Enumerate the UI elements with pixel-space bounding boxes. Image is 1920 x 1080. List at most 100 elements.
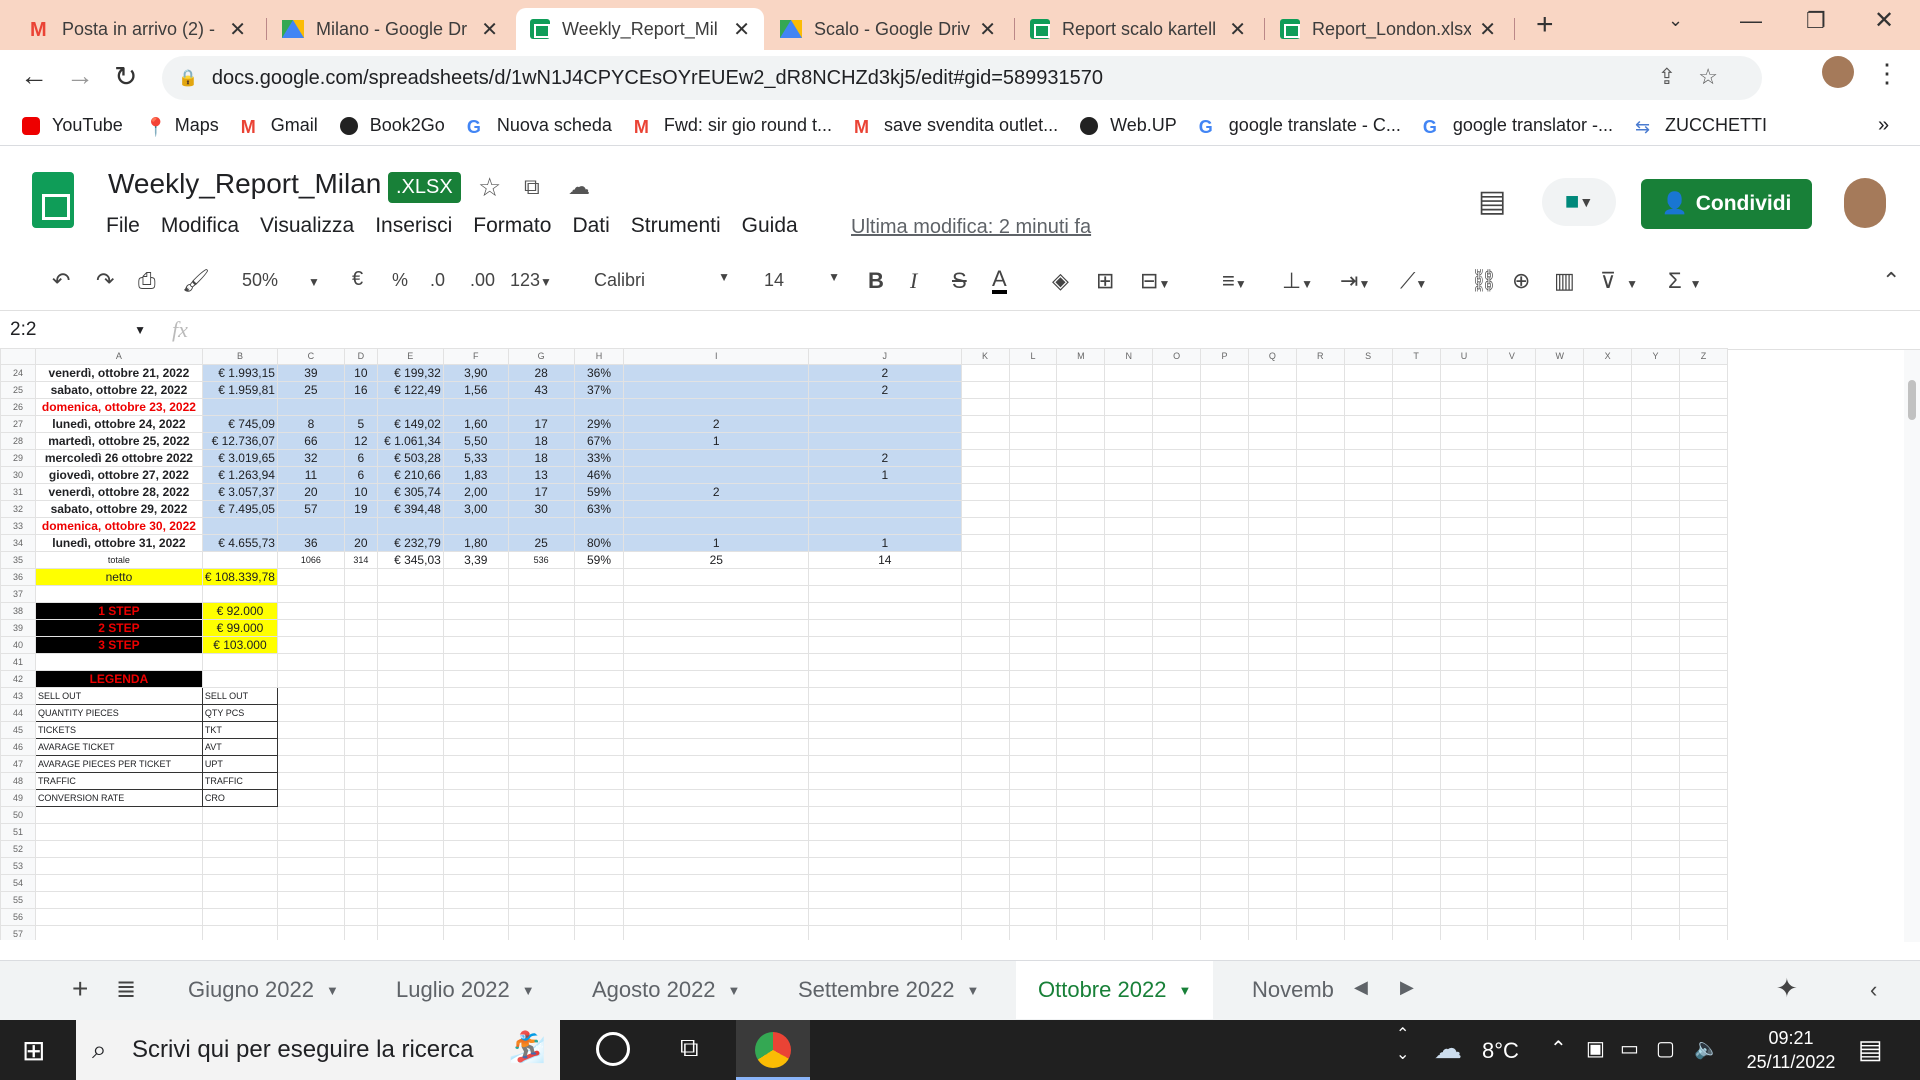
cell[interactable]	[1343, 908, 1393, 926]
cell[interactable]	[1295, 483, 1345, 501]
cell[interactable]	[343, 789, 378, 807]
cell[interactable]	[1295, 415, 1345, 433]
cell[interactable]	[1295, 806, 1345, 824]
scroll-tabs-right-icon[interactable]: ▶	[1400, 977, 1414, 998]
cell[interactable]	[1247, 619, 1297, 637]
cell[interactable]	[960, 823, 1010, 841]
cell[interactable]	[960, 364, 1010, 382]
cro-cell[interactable]	[573, 398, 625, 416]
upt-cell[interactable]: 1,83	[442, 466, 509, 484]
cell[interactable]	[376, 687, 444, 705]
bookmark-gmail[interactable]: M Gmail	[241, 115, 318, 137]
cell[interactable]	[1535, 534, 1585, 552]
cell[interactable]	[1295, 738, 1345, 756]
cell[interactable]	[1056, 500, 1106, 518]
cell[interactable]	[1487, 704, 1537, 722]
bookmark-star-icon[interactable]: ☆	[1698, 64, 1718, 90]
cell[interactable]	[1535, 772, 1585, 790]
cell[interactable]	[1343, 806, 1393, 824]
cell[interactable]	[1583, 908, 1633, 926]
weather-icon[interactable]: ☁	[1434, 1032, 1462, 1065]
task-view-icon[interactable]: ⧉	[680, 1032, 699, 1064]
cell[interactable]	[1200, 466, 1249, 484]
cell[interactable]	[376, 908, 444, 926]
cell[interactable]	[573, 704, 625, 722]
legend-key[interactable]: TICKETS	[34, 721, 203, 739]
all-sheets-icon[interactable]: ≣	[116, 975, 136, 1004]
cell[interactable]	[1391, 415, 1441, 433]
cell[interactable]	[1583, 687, 1633, 705]
col-i-cell[interactable]	[623, 364, 809, 382]
cell[interactable]	[808, 806, 962, 824]
network-icon[interactable]: ▣	[1586, 1036, 1605, 1061]
cell[interactable]	[573, 823, 625, 841]
cell[interactable]	[573, 602, 625, 620]
cell[interactable]	[960, 687, 1010, 705]
cell[interactable]	[573, 670, 625, 688]
menu-modifica[interactable]: Modifica	[161, 214, 239, 238]
cell[interactable]	[1152, 670, 1202, 688]
cell[interactable]	[573, 721, 625, 739]
cro-cell[interactable]: 80%	[573, 534, 625, 552]
row-header[interactable]: 27	[0, 415, 36, 433]
cell[interactable]	[376, 806, 444, 824]
cell[interactable]	[442, 874, 509, 892]
cell[interactable]	[1631, 908, 1680, 926]
cell[interactable]	[1008, 653, 1058, 671]
row-header[interactable]: 53	[0, 857, 36, 875]
cell[interactable]	[507, 670, 575, 688]
cell[interactable]	[1152, 636, 1202, 654]
cell[interactable]	[1439, 432, 1489, 450]
cell[interactable]	[376, 738, 444, 756]
fill-color-icon[interactable]: ◈	[1052, 268, 1069, 294]
cell[interactable]	[1200, 364, 1249, 382]
sell-out-cell[interactable]: € 745,09	[201, 415, 278, 433]
legend-key[interactable]: CONVERSION RATE	[34, 789, 203, 807]
cell[interactable]	[1631, 823, 1680, 841]
cell[interactable]	[1295, 619, 1345, 637]
cell[interactable]	[1583, 721, 1633, 739]
cell[interactable]	[343, 568, 378, 586]
cell[interactable]	[1631, 874, 1680, 892]
column-header[interactable]: E	[376, 348, 444, 365]
cell[interactable]	[1631, 381, 1680, 399]
insert-chart-icon[interactable]: ▥	[1554, 268, 1575, 294]
cell[interactable]	[1343, 687, 1393, 705]
cell[interactable]	[1535, 449, 1585, 467]
cell[interactable]	[1391, 568, 1441, 586]
cell[interactable]	[1200, 568, 1249, 586]
cell[interactable]: 314	[343, 551, 378, 569]
cell[interactable]	[623, 568, 809, 586]
cell[interactable]	[1487, 534, 1537, 552]
cell[interactable]	[1343, 789, 1393, 807]
row-header[interactable]: 49	[0, 789, 36, 807]
cell[interactable]	[1104, 500, 1154, 518]
column-header[interactable]: K	[960, 348, 1010, 365]
cell[interactable]	[623, 738, 809, 756]
cell[interactable]	[1056, 551, 1106, 569]
cell[interactable]	[960, 755, 1010, 773]
close-tab-icon[interactable]: ✕	[733, 17, 750, 42]
cell[interactable]	[34, 823, 203, 841]
tickets-cell[interactable]	[343, 398, 378, 416]
cell[interactable]	[1391, 381, 1441, 399]
sell-out-cell[interactable]: € 7.495,05	[201, 500, 278, 518]
cell[interactable]	[1439, 415, 1489, 433]
cell[interactable]	[623, 670, 809, 688]
cell[interactable]	[1678, 585, 1728, 603]
cell[interactable]	[1247, 364, 1297, 382]
print-icon[interactable]: ⎙	[138, 268, 156, 294]
cell[interactable]	[623, 789, 809, 807]
cell[interactable]	[1631, 551, 1680, 569]
cell[interactable]	[1056, 891, 1106, 909]
cell[interactable]	[573, 653, 625, 671]
cell[interactable]	[1295, 432, 1345, 450]
cell[interactable]	[507, 857, 575, 875]
legend-value[interactable]: TRAFFIC	[201, 772, 278, 790]
cell[interactable]	[1056, 534, 1106, 552]
cell[interactable]	[808, 772, 962, 790]
tickets-cell[interactable]: 12	[343, 432, 378, 450]
cell[interactable]	[960, 908, 1010, 926]
cell[interactable]	[1008, 925, 1058, 940]
cell[interactable]	[1247, 483, 1297, 501]
